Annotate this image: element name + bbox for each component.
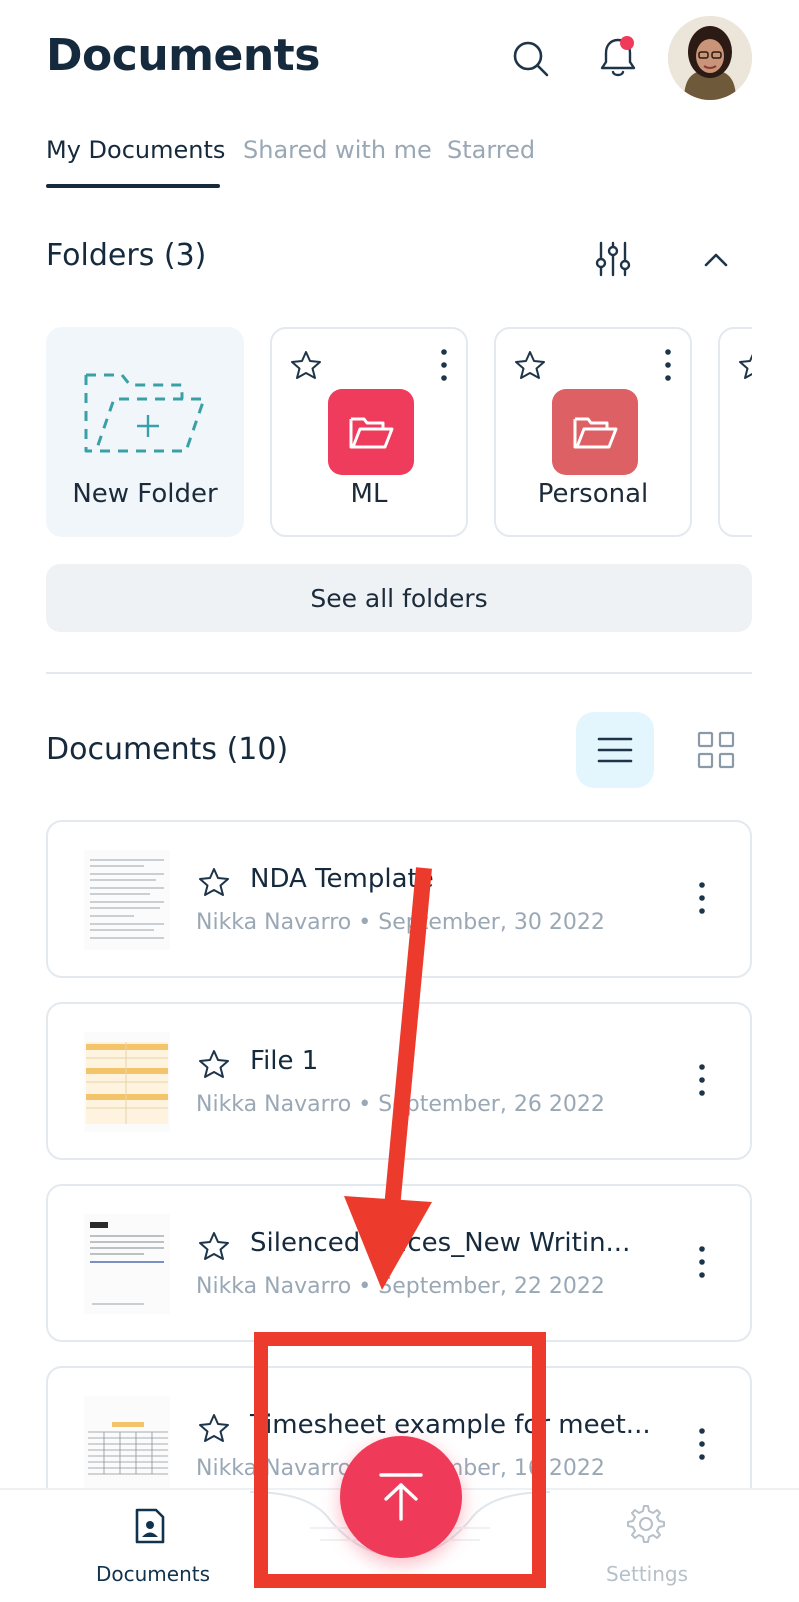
document-owner: Nikka Navarro <box>196 910 352 935</box>
chevron-up-icon[interactable] <box>696 240 736 280</box>
document-thumbnail <box>84 1396 170 1496</box>
new-folder-icon <box>84 373 206 453</box>
search-icon[interactable] <box>508 36 554 82</box>
document-row[interactable]: Silenced Voices_New Writin... Nikka Nava… <box>46 1184 752 1342</box>
settings-gear-icon <box>627 1505 665 1543</box>
more-vertical-icon[interactable] <box>696 880 708 916</box>
star-icon[interactable] <box>198 1412 230 1444</box>
notification-bell-icon[interactable] <box>592 32 644 84</box>
star-icon[interactable] <box>198 866 230 898</box>
folder-card-personal[interactable]: Personal <box>494 327 692 537</box>
more-vertical-icon[interactable] <box>696 1244 708 1280</box>
star-icon[interactable] <box>514 349 546 381</box>
more-vertical-icon[interactable] <box>438 347 450 383</box>
page-title: Documents <box>46 30 320 81</box>
meta-separator: • <box>358 910 372 935</box>
document-date: September, 22 2022 <box>378 1274 605 1299</box>
meta-separator: • <box>358 1274 372 1299</box>
folder-name: Personal <box>537 479 649 509</box>
more-vertical-icon[interactable] <box>696 1062 708 1098</box>
document-name: File 1 <box>250 1046 319 1076</box>
active-tab-indicator <box>46 184 220 188</box>
tab-shared-with-me[interactable]: Shared with me <box>243 136 432 164</box>
star-icon[interactable] <box>198 1230 230 1262</box>
folder-card-partial[interactable] <box>718 327 752 537</box>
folder-name: ML <box>350 479 388 509</box>
document-thumbnail <box>84 1214 170 1314</box>
filter-sliders-icon[interactable] <box>592 238 634 280</box>
folders-section-title: Folders (3) <box>46 238 207 273</box>
document-meta: Nikka Navarro • September, 22 2022 <box>196 1274 605 1299</box>
meta-separator: • <box>358 1092 372 1117</box>
folder-icon <box>328 389 414 475</box>
new-folder-card[interactable]: New Folder <box>46 327 244 537</box>
document-owner: Nikka Navarro <box>196 1274 352 1299</box>
more-vertical-icon[interactable] <box>662 347 674 383</box>
document-meta: Nikka Navarro • September, 30 2022 <box>196 910 605 935</box>
grid-view-button[interactable] <box>690 724 742 776</box>
folder-card-ml[interactable]: ML <box>270 327 468 537</box>
document-row[interactable]: File 1 Nikka Navarro • September, 26 202… <box>46 1002 752 1160</box>
document-row[interactable]: NDA Template Nikka Navarro • September, … <box>46 820 752 978</box>
star-icon[interactable] <box>198 1048 230 1080</box>
folder-icon <box>552 389 638 475</box>
star-icon[interactable] <box>290 349 322 381</box>
nav-documents-label[interactable]: Documents <box>96 1562 210 1586</box>
more-vertical-icon[interactable] <box>696 1426 708 1462</box>
documents-section-title: Documents (10) <box>46 732 289 767</box>
document-name: NDA Template <box>250 864 434 894</box>
document-owner: Nikka Navarro <box>196 1092 352 1117</box>
star-icon[interactable] <box>738 349 752 381</box>
tab-my-documents[interactable]: My Documents <box>46 136 225 164</box>
list-view-button[interactable] <box>576 712 654 788</box>
new-folder-label: New Folder <box>72 479 218 509</box>
document-date: September, 30 2022 <box>378 910 605 935</box>
document-date: September, 26 2022 <box>378 1092 605 1117</box>
list-view-icon <box>597 737 633 763</box>
document-meta: Nikka Navarro • September, 26 2022 <box>196 1092 605 1117</box>
document-name: Silenced Voices_New Writin... <box>250 1228 631 1258</box>
grid-view-icon <box>697 731 735 769</box>
divider <box>46 672 752 674</box>
highlight-box <box>254 1332 546 1588</box>
nav-documents-tab[interactable] <box>120 1490 180 1550</box>
document-thumbnail <box>84 1032 170 1132</box>
nav-settings-label[interactable]: Settings <box>606 1562 688 1586</box>
avatar[interactable] <box>668 16 752 100</box>
nav-settings-tab[interactable] <box>622 1502 670 1550</box>
document-user-icon <box>135 1508 165 1544</box>
tab-starred[interactable]: Starred <box>447 136 535 164</box>
see-all-folders-button[interactable]: See all folders <box>46 564 752 632</box>
document-thumbnail <box>84 850 170 950</box>
